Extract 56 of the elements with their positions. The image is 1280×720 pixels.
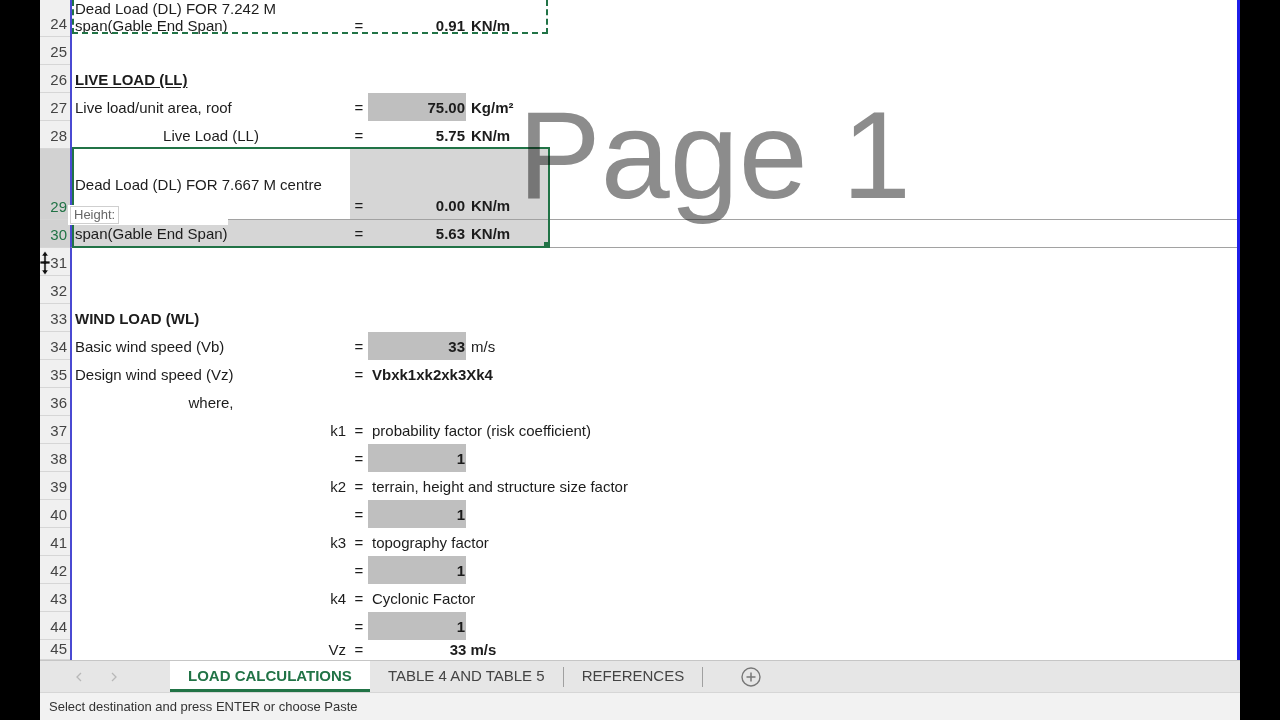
value-cell-text: 0.91 xyxy=(434,16,466,36)
unit-label: KN/m xyxy=(471,17,511,34)
factor-description: probability factor (risk coefficient) xyxy=(372,422,591,439)
equals-sign: = xyxy=(354,99,364,116)
factor-symbol: Vz xyxy=(328,641,346,658)
row-label: Dead Load (DL) FOR 7.242 M span(Gable End Span) xyxy=(75,0,276,34)
row-label: span(Gable End Span) xyxy=(75,225,228,242)
factor-symbol: k3 xyxy=(330,534,346,551)
value-cell: 75.00 xyxy=(368,93,466,121)
factor-symbol: k1 xyxy=(330,422,346,439)
unit-label: KN/m xyxy=(471,127,511,144)
equals-sign: = xyxy=(354,641,364,658)
equals-sign: = xyxy=(354,534,364,551)
equals-sign: = xyxy=(354,17,364,34)
equals-sign: = xyxy=(354,506,364,523)
equals-sign: = xyxy=(354,197,364,214)
row-label: Live Load (LL) xyxy=(163,127,259,144)
result-value: 33 m/s xyxy=(449,641,497,658)
unit-label: m/s xyxy=(471,338,496,355)
equals-sign: = xyxy=(354,225,364,242)
value-cell: 1 xyxy=(368,556,466,584)
row-label: Dead Load (DL) FOR 7.667 M centre xyxy=(75,175,322,193)
equals-sign: = xyxy=(354,618,364,635)
row-label: where, xyxy=(188,394,234,411)
status-message: Select destination and press ENTER or choose Paste xyxy=(49,697,358,716)
value-cell-text: 5.63 xyxy=(434,224,466,244)
row-label: Design wind speed (Vz) xyxy=(75,366,234,383)
value-cell: 33 xyxy=(368,332,466,360)
equals-sign: = xyxy=(354,127,364,144)
equals-sign: = xyxy=(354,562,364,579)
value-cell: 1 xyxy=(368,612,466,640)
factor-symbol: k2 xyxy=(330,478,346,495)
factor-description: Cyclonic Factor xyxy=(372,590,476,607)
value-cell: 1 xyxy=(368,444,466,472)
factor-description: topography factor xyxy=(372,534,489,551)
factor-description: terrain, height and structure size factor xyxy=(372,478,628,495)
value-cell-text: 5.75 xyxy=(434,126,466,146)
page-label: Page 1 xyxy=(518,85,911,226)
tooltip-label: Height: xyxy=(70,206,120,224)
equals-sign: = xyxy=(354,590,364,607)
unit-label: KN/m xyxy=(471,225,511,242)
row-label: Live load/unit area, roof xyxy=(75,99,232,116)
value-cell-text: 0.00 xyxy=(434,196,466,216)
equals-sign: = xyxy=(354,366,364,383)
equals-sign: = xyxy=(354,422,364,439)
formula-text: Vbxk1xk2xk3Xk4 xyxy=(372,366,493,383)
equals-sign: = xyxy=(354,478,364,495)
unit-label: KN/m xyxy=(471,197,511,214)
equals-sign: = xyxy=(354,450,364,467)
unit-label: Kg/m² xyxy=(471,99,514,116)
section-heading: WIND LOAD (WL) xyxy=(75,310,200,327)
value-cell: 1 xyxy=(368,500,466,528)
equals-sign: = xyxy=(354,338,364,355)
factor-symbol: k4 xyxy=(330,590,346,607)
section-heading: LIVE LOAD (LL) xyxy=(75,71,188,88)
row-label: Basic wind speed (Vb) xyxy=(75,338,225,355)
